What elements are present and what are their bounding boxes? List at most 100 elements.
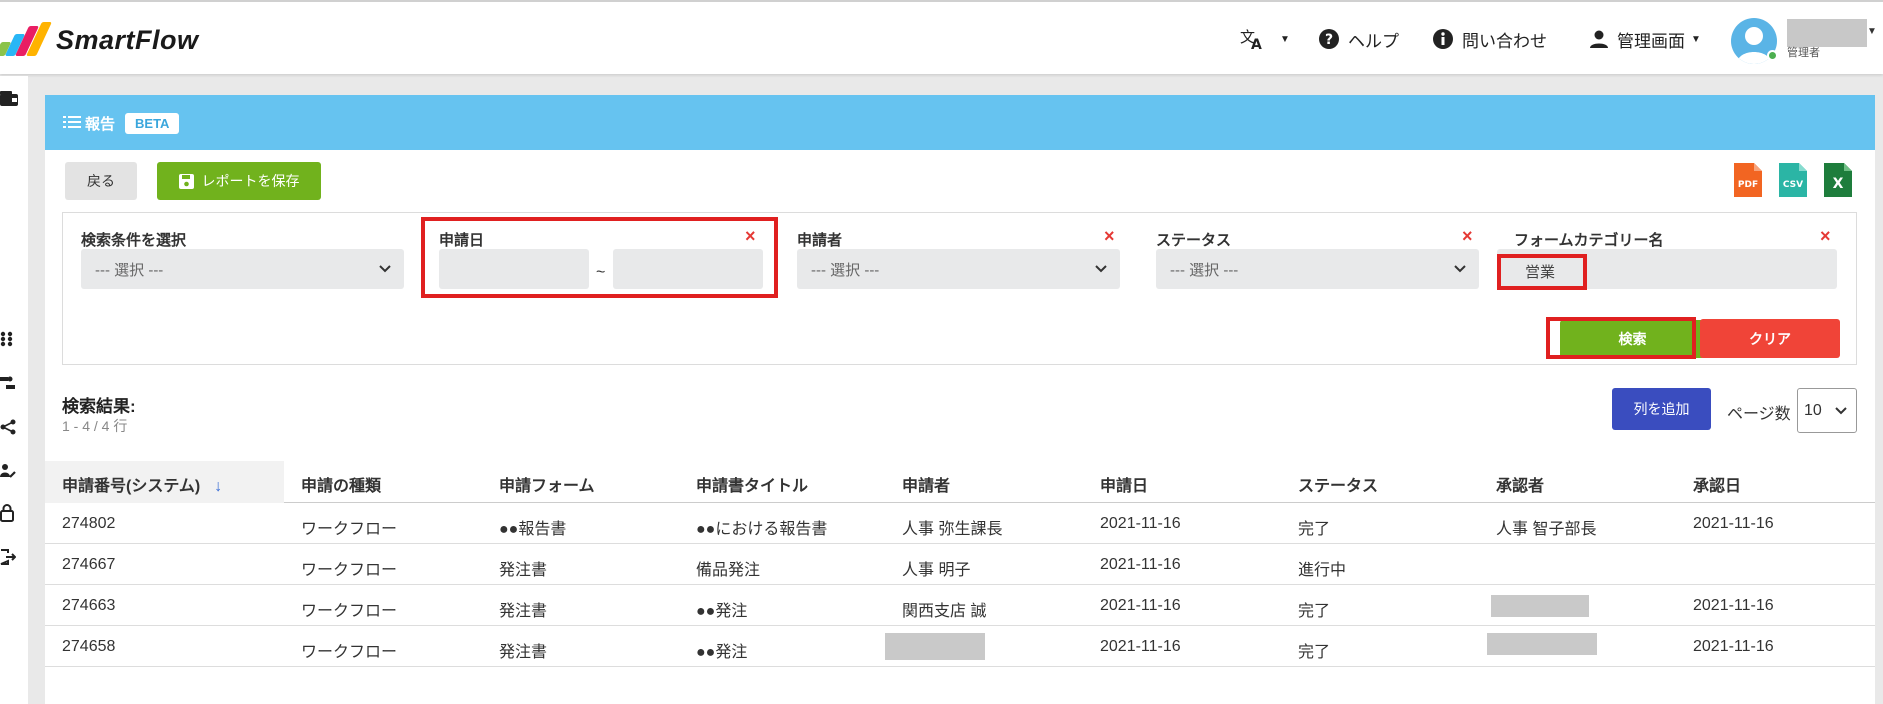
wallet-icon[interactable] (0, 90, 18, 108)
redacted-approver (1487, 633, 1597, 655)
condition-label: 検索条件を選択 (81, 232, 187, 249)
column-header-type[interactable]: 申請の種類 (301, 472, 381, 496)
svg-text:PDF: PDF (1738, 180, 1758, 190)
cell-form: 発注書 (499, 562, 548, 579)
cell-title: 備品発注 (696, 562, 761, 579)
chevron-down-icon[interactable]: ▼ (1867, 26, 1877, 37)
table-row[interactable]: 274667 ワークフロー 発注書 備品発注 人事 明子 2021-11-16 … (45, 544, 1875, 585)
translate-icon: 文A (1240, 27, 1266, 51)
excel-export-icon[interactable]: X (1824, 163, 1852, 197)
status-select[interactable]: --- 選択 --- (1156, 249, 1479, 289)
remove-category-filter-icon[interactable]: × (1820, 226, 1831, 247)
remove-status-filter-icon[interactable]: × (1462, 226, 1473, 247)
help-icon: ? (1318, 28, 1340, 50)
cell-id[interactable]: 274667 (62, 556, 115, 574)
cell-status: 完了 (1298, 603, 1331, 620)
page-size-select[interactable]: 10 (1797, 388, 1857, 433)
chevron-down-icon: ▼ (1691, 33, 1701, 45)
column-header-title[interactable]: 申請書タイトル (696, 472, 808, 496)
cell-type: ワークフロー (301, 644, 398, 661)
cell-id[interactable]: 274663 (62, 597, 115, 615)
cell-date: 2021-11-16 (1100, 556, 1181, 573)
contact-label: 問い合わせ (1462, 31, 1547, 51)
csv-export-icon[interactable]: CSV (1779, 163, 1807, 197)
apps-grid-icon[interactable] (0, 330, 18, 348)
cell-id[interactable]: 274658 (62, 638, 115, 656)
column-header-date[interactable]: 申請日 (1100, 472, 1148, 496)
applicant-select[interactable]: --- 選択 --- (797, 249, 1120, 289)
save-report-button[interactable]: レポートを保存 (157, 162, 321, 200)
beta-badge: BETA (125, 113, 180, 134)
column-header-form[interactable]: 申請フォーム (499, 472, 595, 496)
sort-arrow-icon[interactable]: ↓ (214, 478, 222, 495)
cell-id[interactable]: 274802 (62, 515, 115, 533)
chevron-down-icon (378, 261, 392, 279)
cell-applicant: 関西支店 誠 (902, 603, 987, 620)
cell-form: ●●報告書 (499, 521, 567, 538)
chevron-down-icon (1453, 261, 1467, 279)
remove-applicant-filter-icon[interactable]: × (1104, 226, 1115, 247)
contact-link[interactable]: 問い合わせ (1432, 24, 1547, 54)
svg-text:X: X (1833, 176, 1844, 192)
clear-button[interactable]: クリア (1700, 319, 1840, 358)
table-row[interactable]: 274802 ワークフロー ●●報告書 ●●における報告書 人事 弥生課長 20… (45, 503, 1875, 544)
table-row[interactable]: 274658 ワークフロー 発注書 ●●発注 2021-11-16 完了 202… (45, 626, 1875, 667)
applicant-select-value: --- 選択 --- (811, 261, 880, 279)
cell-status: 完了 (1298, 521, 1331, 538)
cell-status: 完了 (1298, 644, 1331, 661)
cell-type: ワークフロー (301, 603, 398, 620)
admin-menu[interactable]: 管理画面 ▼ (1589, 24, 1701, 54)
cell-title: ●●発注 (696, 644, 748, 661)
column-header-status[interactable]: ステータス (1298, 472, 1378, 496)
user-role: 管理者 (1787, 47, 1820, 59)
svg-text:A: A (1251, 37, 1262, 51)
chevron-down-icon: ▼ (1280, 33, 1290, 45)
cell-type: ワークフロー (301, 562, 398, 579)
add-columns-button[interactable]: 列を追加 (1612, 388, 1711, 430)
cell-approved-date: 2021-11-16 (1693, 515, 1774, 532)
info-icon (1432, 28, 1454, 50)
status-label: ステータス (1156, 232, 1232, 249)
column-header-approved-date[interactable]: 承認日 (1693, 472, 1741, 496)
condition-select-value: --- 選択 --- (95, 261, 164, 279)
help-link[interactable]: ? ヘルプ (1318, 24, 1399, 54)
column-header-applicant[interactable]: 申請者 (902, 472, 950, 496)
share-icon[interactable] (0, 418, 18, 436)
chevron-down-icon (1094, 261, 1108, 279)
app-logo[interactable]: SmartFlow (0, 20, 199, 60)
settings-flow-icon[interactable] (0, 374, 18, 392)
logout-icon[interactable] (0, 548, 18, 566)
user-edit-icon[interactable] (0, 462, 18, 480)
panel-title-text: 報告 (85, 116, 116, 133)
column-header-id[interactable]: 申請番号(システム) ↓ (62, 472, 222, 496)
cell-applicant: 人事 明子 (902, 562, 971, 579)
cell-title: ●●における報告書 (696, 521, 828, 538)
panel-title: 報告 BETA (63, 113, 180, 134)
condition-select[interactable]: --- 選択 --- (81, 249, 404, 289)
column-header-approver[interactable]: 承認者 (1496, 472, 1544, 496)
status-select-value: --- 選択 --- (1170, 261, 1239, 279)
back-button[interactable]: 戻る (65, 162, 137, 200)
language-menu[interactable]: 文A ▼ (1240, 24, 1290, 54)
highlight-search-button (1546, 317, 1696, 359)
cell-approver: 人事 智子部長 (1496, 521, 1597, 538)
table-row[interactable]: 274663 ワークフロー 発注書 ●●発注 関西支店 誠 2021-11-16… (45, 585, 1875, 626)
cell-form: 発注書 (499, 644, 548, 661)
redacted-approver (1491, 595, 1589, 617)
results-title: 検索結果: (62, 397, 136, 416)
page-size-value: 10 (1804, 401, 1822, 419)
person-icon (1589, 29, 1609, 49)
left-rail (0, 76, 28, 704)
panel-header: 報告 BETA (45, 95, 1875, 150)
cell-form: 発注書 (499, 603, 548, 620)
lock-icon[interactable] (0, 504, 18, 522)
cell-type: ワークフロー (301, 521, 398, 538)
cell-date: 2021-11-16 (1100, 597, 1181, 614)
save-report-label: レポートを保存 (201, 173, 300, 189)
svg-text:CSV: CSV (1783, 180, 1803, 190)
pdf-export-icon[interactable]: PDF (1734, 163, 1762, 197)
results-count: 1 - 4 / 4 行 (62, 418, 128, 434)
user-name-redacted (1787, 19, 1867, 47)
cell-date: 2021-11-16 (1100, 515, 1181, 532)
logo-text: SmartFlow (56, 24, 199, 55)
